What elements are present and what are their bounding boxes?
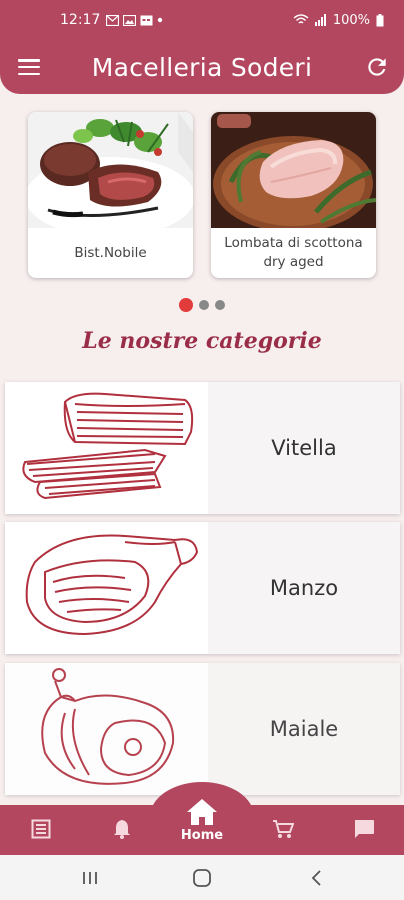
hamburger-menu-icon[interactable] — [18, 56, 40, 78]
beef-illustration — [5, 522, 208, 654]
status-right: 100% — [293, 13, 384, 28]
product-image-bistecca — [28, 112, 193, 228]
signal-icon — [314, 14, 326, 26]
carousel-card-label: Lombata di scottona dry aged — [224, 235, 363, 270]
wifi-icon — [293, 14, 309, 24]
app-title: Macelleria Soderi — [91, 52, 313, 82]
pork-ham-illustration — [5, 663, 208, 795]
home-button-icon[interactable] — [190, 867, 214, 889]
recent-apps-icon[interactable] — [78, 867, 102, 889]
cart-icon[interactable] — [268, 817, 298, 841]
category-name: Vitella — [208, 382, 400, 514]
category-card-manzo[interactable]: Manzo — [5, 522, 400, 654]
category-name: Maiale — [208, 663, 400, 795]
photo-icon — [123, 14, 137, 26]
gmail-icon — [106, 14, 120, 26]
section-title: Le nostre categorie — [82, 328, 322, 354]
chat-icon[interactable] — [349, 817, 379, 841]
pagination-dot[interactable] — [215, 300, 225, 310]
nav-home-label: Home — [180, 828, 224, 843]
carousel-pagination — [0, 298, 404, 312]
product-carousel[interactable]: Bist.Nobile Lombata di scottona dry aged — [28, 112, 404, 278]
battery-icon — [376, 13, 384, 26]
carousel-card[interactable]: Bist.Nobile — [28, 112, 193, 278]
nav-home[interactable]: Home — [172, 798, 232, 852]
bell-icon[interactable] — [107, 817, 137, 841]
status-notification-icons — [106, 14, 163, 26]
category-name: Manzo — [208, 522, 400, 654]
veal-illustration — [5, 382, 208, 514]
app-bar: Macelleria Soderi — [0, 40, 404, 94]
system-navigation-bar — [0, 855, 404, 900]
category-card-vitella[interactable]: Vitella — [5, 382, 400, 514]
list-icon[interactable] — [26, 817, 56, 841]
home-icon — [187, 799, 217, 825]
pagination-dot[interactable] — [199, 300, 209, 310]
dot-icon — [158, 17, 163, 23]
product-image-lombata — [211, 112, 376, 228]
carousel-card[interactable]: Lombata di scottona dry aged — [211, 112, 376, 278]
carousel-card-label: Bist.Nobile — [74, 244, 147, 261]
refresh-icon[interactable] — [364, 54, 390, 80]
status-bar: 12:17 100% — [0, 0, 404, 40]
pagination-dot-active[interactable] — [179, 298, 193, 312]
battery-percent: 100% — [332, 12, 370, 28]
status-time: 12:17 — [60, 12, 101, 28]
calendar-icon — [140, 15, 153, 25]
back-icon[interactable] — [305, 867, 329, 889]
category-card-maiale[interactable]: Maiale — [5, 663, 400, 795]
